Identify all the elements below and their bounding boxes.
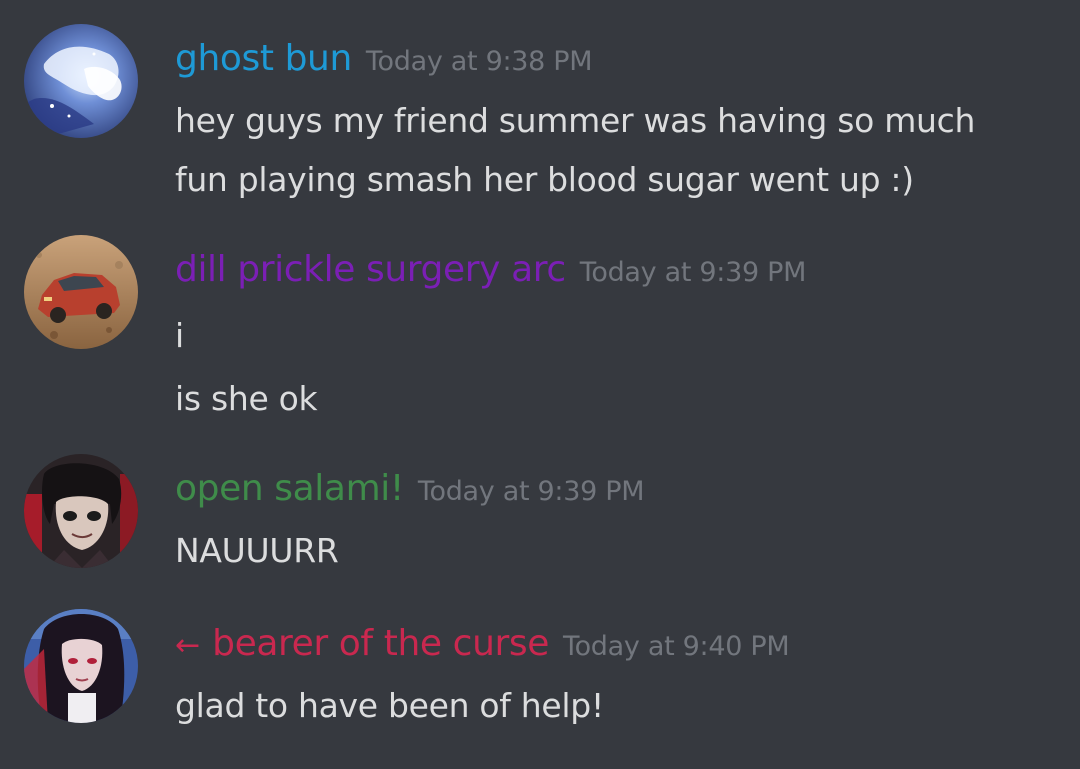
message-text-line: hey guys my friend summer was having so … (175, 101, 976, 140)
message-text-line: NAUUURR (175, 531, 339, 570)
chat-messages: ghost bun Today at 9:38 PM hey guys my fr… (0, 0, 1080, 769)
username[interactable]: open salami! (175, 468, 404, 509)
timestamp: Today at 9:38 PM (365, 46, 593, 77)
username[interactable]: ghost bun (175, 38, 352, 79)
red-car-avatar[interactable] (24, 235, 138, 349)
timestamp: Today at 9:39 PM (579, 257, 807, 288)
message-header: ghost bun Today at 9:38 PM (175, 36, 1055, 82)
long-haired-character-avatar-icon (24, 609, 138, 723)
message-text-line: i (175, 316, 184, 355)
message-text-line: is she ok (175, 379, 318, 418)
message-header: ← bearer of the curse Today at 9:40 PM (175, 621, 1055, 667)
long-haired-character-avatar[interactable] (24, 609, 138, 723)
dark-haired-character-avatar-icon (24, 454, 138, 568)
username[interactable]: bearer of the curse (212, 623, 549, 664)
message-header: dill prickle surgery arc Today at 9:39 PM (175, 247, 1055, 293)
timestamp: Today at 9:39 PM (417, 476, 645, 507)
message-text-line: glad to have been of help! (175, 686, 604, 725)
dark-haired-character-avatar[interactable] (24, 454, 138, 568)
timestamp: Today at 9:40 PM (562, 631, 790, 662)
reply-arrow-icon: ← (175, 628, 201, 663)
ghost-hand-avatar-icon (24, 24, 138, 138)
ghost-hand-avatar[interactable] (24, 24, 138, 138)
message-header: open salami! Today at 9:39 PM (175, 466, 1055, 512)
message-text-line: fun playing smash her blood sugar went u… (175, 160, 914, 199)
username[interactable]: dill prickle surgery arc (175, 249, 566, 290)
red-car-avatar-icon (24, 235, 138, 349)
